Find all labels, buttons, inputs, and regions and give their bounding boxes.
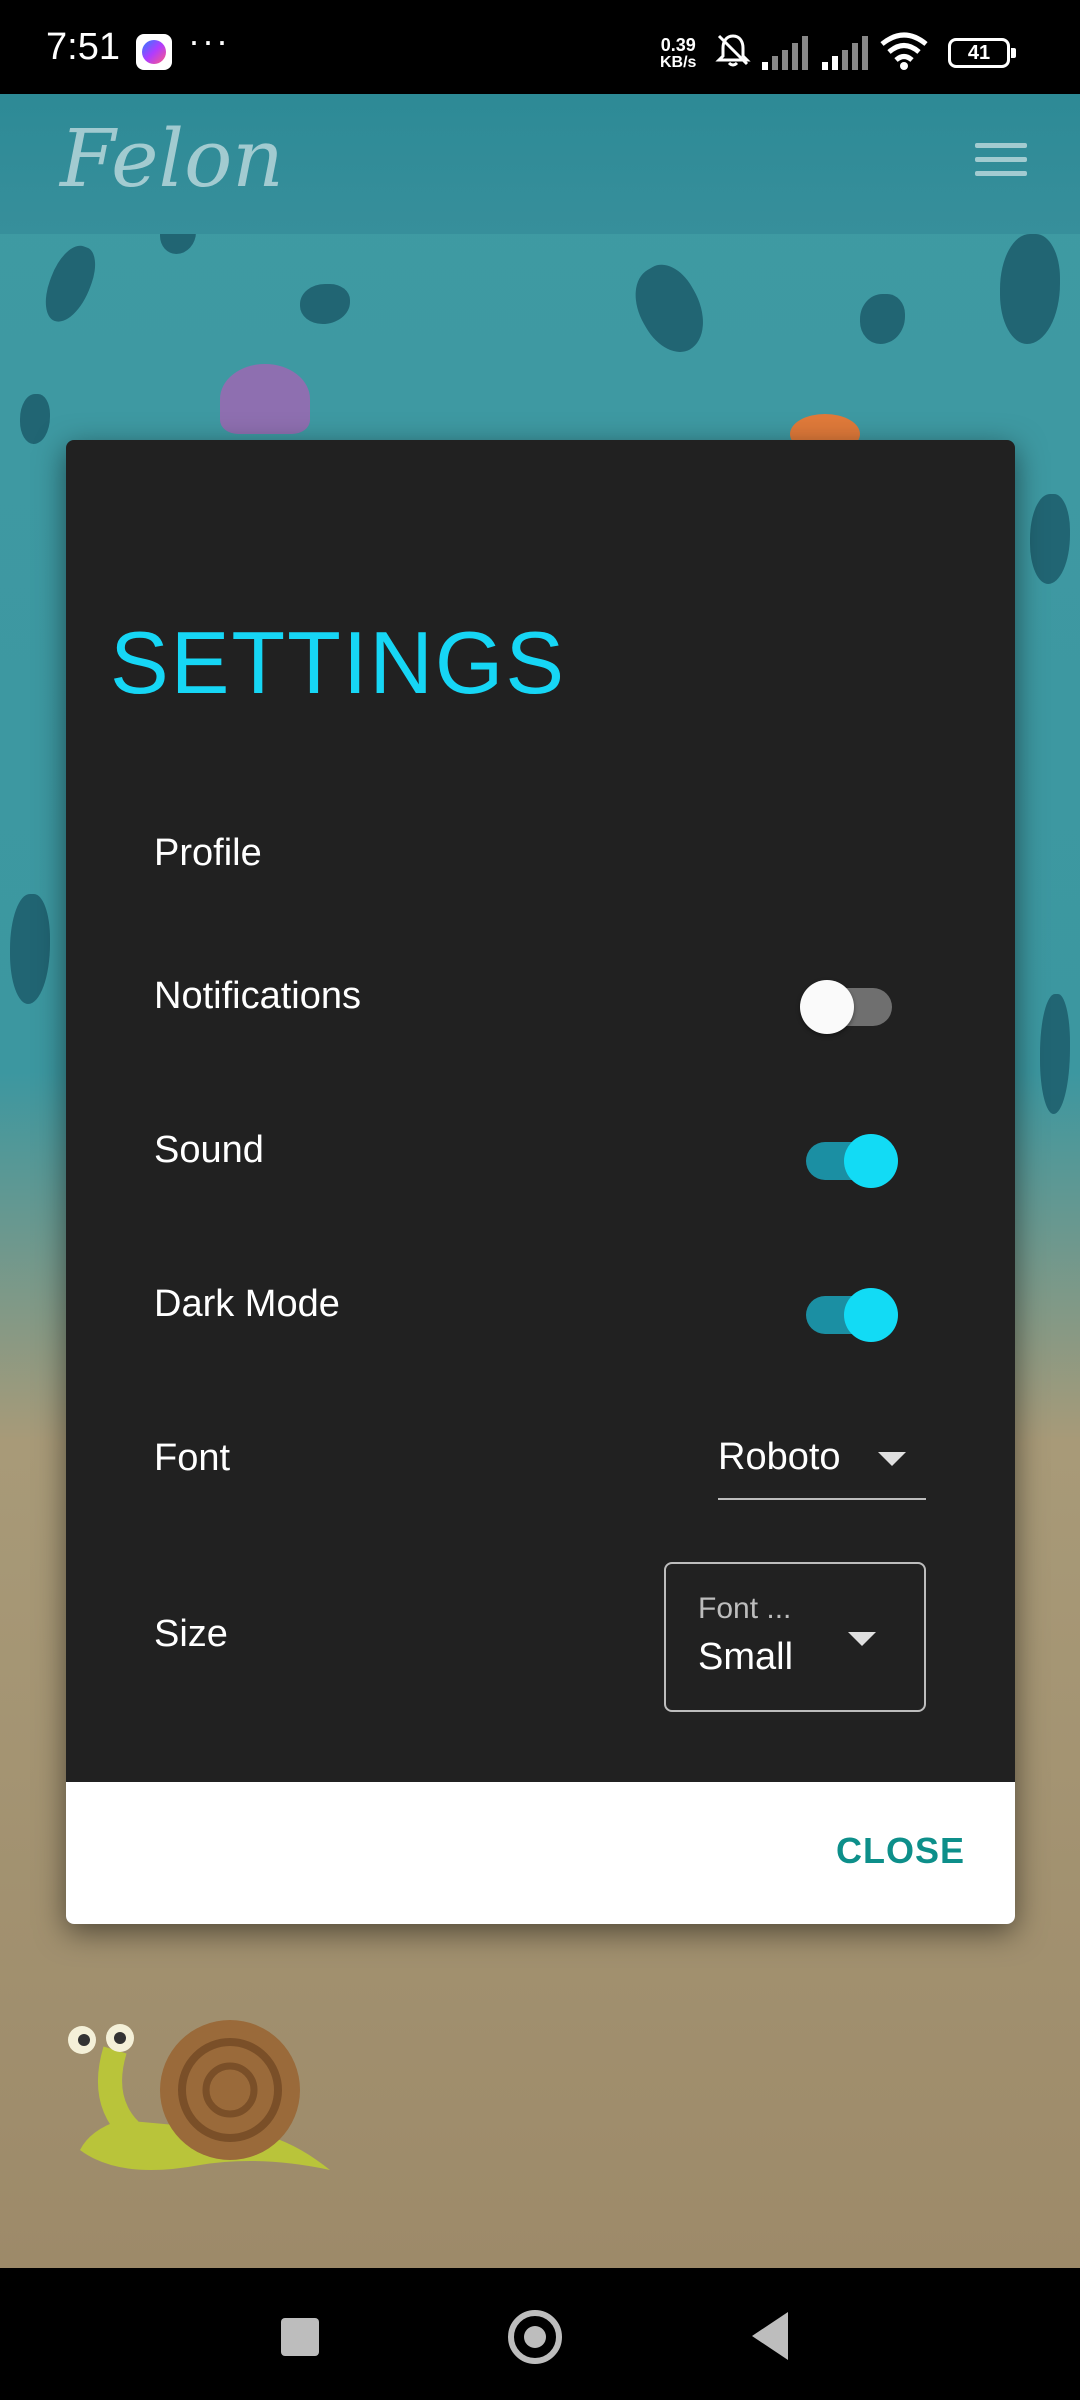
screen: Felon 7:51 ··· 0.39 KB/s 41 SETTINGS Pro… [0,0,1080,2400]
size-select-label: Font ... [698,1592,792,1625]
jellyfish-decoration [220,364,310,434]
chevron-down-icon [848,1632,876,1646]
menu-icon[interactable] [975,143,1027,183]
app-logo: Felon [60,112,284,205]
setting-label-profile[interactable]: Profile [154,832,262,875]
signal-icon [762,36,808,70]
messenger-icon [136,34,172,70]
dialog-title: SETTINGS [110,613,567,712]
status-bar: 7:51 ··· 0.39 KB/s 41 [0,0,1080,94]
chevron-down-icon [878,1452,906,1466]
recent-apps-button[interactable] [281,2318,319,2356]
notifications-toggle[interactable] [800,970,896,1034]
settings-dialog: SETTINGS Profile Notifications Sound Dar… [66,440,1015,1924]
back-button[interactable] [752,2312,788,2360]
more-notifications-icon: ··· [188,20,230,61]
network-speed: 0.39 KB/s [660,36,696,72]
setting-label-size: Size [154,1613,228,1655]
network-speed-value: 0.39 [660,35,696,55]
setting-label-font: Font [154,1437,231,1479]
signal-icon-2 [822,36,868,70]
app-header: Felon [0,94,1080,234]
size-select-value: Small [698,1636,794,1678]
font-select[interactable]: Roboto [718,1430,926,1500]
network-speed-unit: KB/s [660,54,697,71]
battery-icon: 41 [948,38,1016,68]
dark-mode-toggle[interactable] [802,1278,898,1342]
bell-muted-icon [715,34,751,67]
wifi-icon [880,32,928,70]
dialog-actions: CLOSE [66,1782,1015,1924]
snail-decoration [68,2020,330,2170]
navigation-bar [0,2268,1080,2400]
font-select-value: Roboto [718,1436,841,1478]
setting-label-notifications: Notifications [154,975,361,1017]
setting-label-dark-mode: Dark Mode [154,1283,340,1325]
home-button[interactable] [508,2310,562,2364]
close-button[interactable]: CLOSE [836,1830,965,1872]
sound-toggle[interactable] [802,1124,898,1188]
size-select[interactable]: Font ... Small [664,1562,926,1712]
setting-label-sound: Sound [154,1129,264,1171]
status-time: 7:51 [46,26,120,68]
